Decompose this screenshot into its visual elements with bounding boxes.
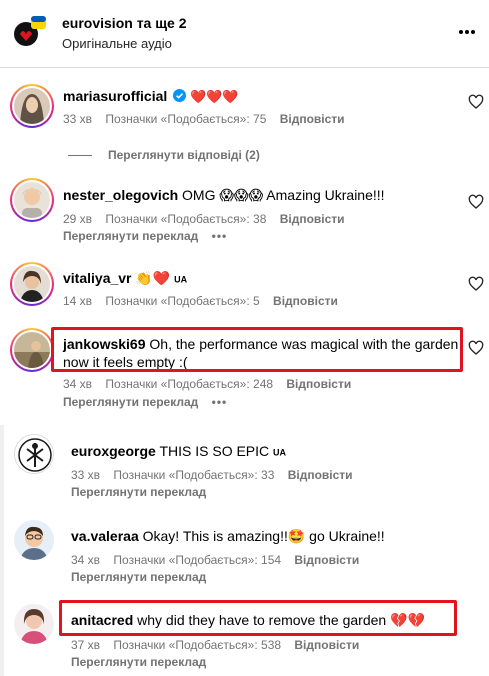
- see-translation-button[interactable]: Переглянути переклад: [71, 570, 206, 584]
- avatar[interactable]: [10, 262, 54, 306]
- see-translation-button[interactable]: Переглянути переклад: [71, 485, 206, 499]
- comment-text: euroxgeorge THIS IS SO EPIC UA: [71, 442, 286, 461]
- translate-row: Переглянути переклад •••: [63, 229, 227, 243]
- see-translation-button[interactable]: Переглянути переклад: [63, 229, 198, 243]
- comment-text: mariasurofficial ❤️❤️❤️: [63, 87, 239, 106]
- reply-button[interactable]: Відповісти: [294, 553, 359, 567]
- comment-meta: 34 хв Позначки «Подобається»: 248 Відпов…: [63, 377, 361, 391]
- view-replies-label: Переглянути відповіді (2): [108, 148, 260, 162]
- comment-time: 34 хв: [63, 377, 93, 391]
- comment-item: jankowski69 Oh, the performance was magi…: [0, 326, 489, 416]
- comment-body: why did they have to remove the garden 💔…: [137, 612, 425, 628]
- comment-body-line2: now it feels empty :(: [63, 354, 188, 370]
- comment-meta: 34 хв Позначки «Подобається»: 154 Відпов…: [71, 553, 369, 567]
- view-replies-button[interactable]: Переглянути відповіді (2): [68, 148, 260, 162]
- comment-text: va.valeraa Okay! This is amazing!!🤩 go U…: [71, 527, 385, 545]
- reply-button[interactable]: Відповісти: [286, 377, 351, 391]
- avatar[interactable]: [14, 434, 54, 474]
- like-heart-icon[interactable]: [468, 276, 484, 292]
- comment-body: Okay! This is amazing!!🤩 go Ukraine!!: [142, 528, 385, 544]
- comment-likes[interactable]: Позначки «Подобається»: 248: [105, 377, 273, 391]
- comment-item: anitacred why did they have to remove th…: [0, 600, 489, 676]
- avatar[interactable]: [10, 84, 54, 128]
- reply-button[interactable]: Відповісти: [273, 294, 338, 308]
- like-heart-icon[interactable]: [468, 94, 484, 110]
- comment-item: vitaliya_vr 👏❤️ UA 14 хв Позначки «Подоб…: [0, 260, 489, 320]
- comment-item: nester_olegovich OMG 😱😱😱 Amazing Ukraine…: [0, 178, 489, 256]
- comment-meta: 37 хв Позначки «Подобається»: 538 Відпов…: [71, 638, 369, 652]
- eurovision-avatar[interactable]: [12, 13, 48, 49]
- comment-time: 33 хв: [63, 112, 93, 126]
- comment-meta: 33 хв Позначки «Подобається»: 75 Відпові…: [63, 112, 355, 126]
- comment-likes[interactable]: Позначки «Подобається»: 38: [105, 212, 266, 226]
- comment-item: va.valeraa Okay! This is amazing!!🤩 go U…: [0, 514, 489, 592]
- comment-body: 👏❤️: [135, 270, 171, 286]
- header-title: eurovision та ще 2: [62, 15, 187, 31]
- comment-time: 29 хв: [63, 212, 93, 226]
- comment-item: euroxgeorge THIS IS SO EPIC UA 33 хв Поз…: [0, 428, 489, 508]
- comment-likes[interactable]: Позначки «Подобається»: 538: [113, 638, 281, 652]
- comment-likes[interactable]: Позначки «Подобається»: 154: [113, 553, 281, 567]
- comment-text: anitacred why did they have to remove th…: [71, 611, 425, 629]
- reply-button[interactable]: Відповісти: [294, 638, 359, 652]
- comment-username[interactable]: jankowski69: [63, 336, 146, 352]
- comment-username[interactable]: vitaliya_vr: [63, 270, 132, 286]
- like-heart-icon[interactable]: [468, 194, 484, 210]
- comment-meta: 29 хв Позначки «Подобається»: 38 Відпові…: [63, 212, 355, 226]
- comment-body: ❤️❤️❤️: [190, 89, 239, 104]
- replies-line: [68, 154, 92, 156]
- header-title-others[interactable]: та ще 2: [137, 15, 187, 31]
- audio-label[interactable]: Оригінальне аудіо: [62, 36, 172, 51]
- reply-button[interactable]: Відповісти: [280, 112, 345, 126]
- comment-likes[interactable]: Позначки «Подобається»: 33: [113, 468, 274, 482]
- comment-meta: 14 хв Позначки «Подобається»: 5 Відповіс…: [63, 294, 348, 308]
- comment-body: OMG 😱😱😱 Amazing Ukraine!!!: [182, 187, 385, 203]
- comment-body: THIS IS SO EPIC: [159, 443, 270, 459]
- comment-text: nester_olegovich OMG 😱😱😱 Amazing Ukraine…: [63, 186, 385, 204]
- flag-badge: UA: [273, 447, 287, 458]
- avatar[interactable]: [10, 178, 54, 222]
- see-translation-button[interactable]: Переглянути переклад: [71, 655, 206, 669]
- more-options-icon[interactable]: [455, 22, 479, 42]
- comment-time: 33 хв: [71, 468, 101, 482]
- comment-likes[interactable]: Позначки «Подобається»: 5: [105, 294, 259, 308]
- translate-row: Переглянути переклад •••: [63, 395, 227, 409]
- verified-badge-icon: [173, 89, 187, 102]
- avatar[interactable]: [10, 328, 54, 372]
- comment-username[interactable]: va.valeraa: [71, 528, 139, 544]
- like-heart-icon[interactable]: [468, 340, 484, 356]
- comment-username[interactable]: anitacred: [71, 612, 133, 628]
- reply-button[interactable]: Відповісти: [280, 212, 345, 226]
- comment-meta: 33 хв Позначки «Подобається»: 33 Відпові…: [71, 468, 363, 482]
- comment-body-line1: Oh, the performance was magical with the…: [149, 336, 459, 352]
- reel-header: eurovision та ще 2 Оригінальне аудіо: [0, 0, 489, 68]
- comment-likes[interactable]: Позначки «Подобається»: 75: [105, 112, 266, 126]
- comment-username[interactable]: nester_olegovich: [63, 187, 178, 203]
- comment-time: 14 хв: [63, 294, 93, 308]
- comment-time: 37 хв: [71, 638, 101, 652]
- avatar[interactable]: [14, 604, 54, 644]
- see-translation-button[interactable]: Переглянути переклад: [63, 395, 198, 409]
- comment-text: vitaliya_vr 👏❤️ UA: [63, 269, 187, 288]
- comment-username[interactable]: mariasurofficial: [63, 88, 167, 104]
- header-title-user[interactable]: eurovision: [62, 15, 133, 31]
- avatar[interactable]: [14, 520, 54, 560]
- comment-time: 34 хв: [71, 553, 101, 567]
- comment-username[interactable]: euroxgeorge: [71, 443, 156, 459]
- reply-button[interactable]: Відповісти: [288, 468, 353, 482]
- flag-badge: UA: [174, 274, 188, 285]
- comment-text: jankowski69 Oh, the performance was magi…: [63, 335, 463, 371]
- comment-more-icon[interactable]: •••: [212, 229, 228, 243]
- comment-more-icon[interactable]: •••: [212, 395, 228, 409]
